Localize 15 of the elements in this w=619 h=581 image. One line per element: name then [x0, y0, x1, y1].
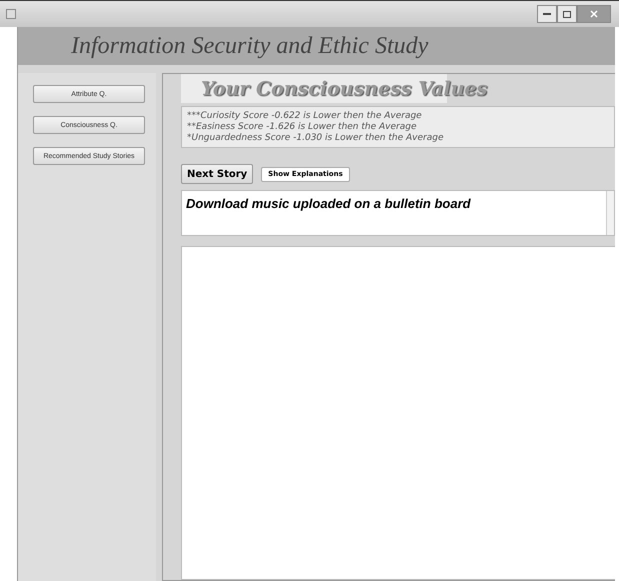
close-button[interactable]	[577, 5, 611, 23]
maximize-icon	[563, 10, 571, 18]
close-icon	[590, 10, 598, 18]
maximize-button[interactable]	[557, 5, 577, 23]
score-line: **Easiness Score -1.626 is Lower then the Average	[187, 122, 418, 132]
banner-title: Your Consciousness Values	[201, 78, 488, 100]
app-title: Information Security and Ethic Study	[71, 32, 428, 60]
minimize-icon	[543, 12, 551, 16]
story-title: Download music uploaded on a bulletin board	[185, 195, 472, 213]
next-story-button[interactable]: Next Story	[181, 164, 254, 184]
app-icon	[6, 9, 16, 19]
minimize-button[interactable]	[537, 5, 557, 23]
score-line: *Unguardedness Score -1.030 is Lower then the Average	[187, 133, 444, 143]
scrollbar[interactable]	[606, 191, 614, 235]
score-line: ***Curiosity Score -0.622 is Lower then the Average	[187, 111, 423, 121]
